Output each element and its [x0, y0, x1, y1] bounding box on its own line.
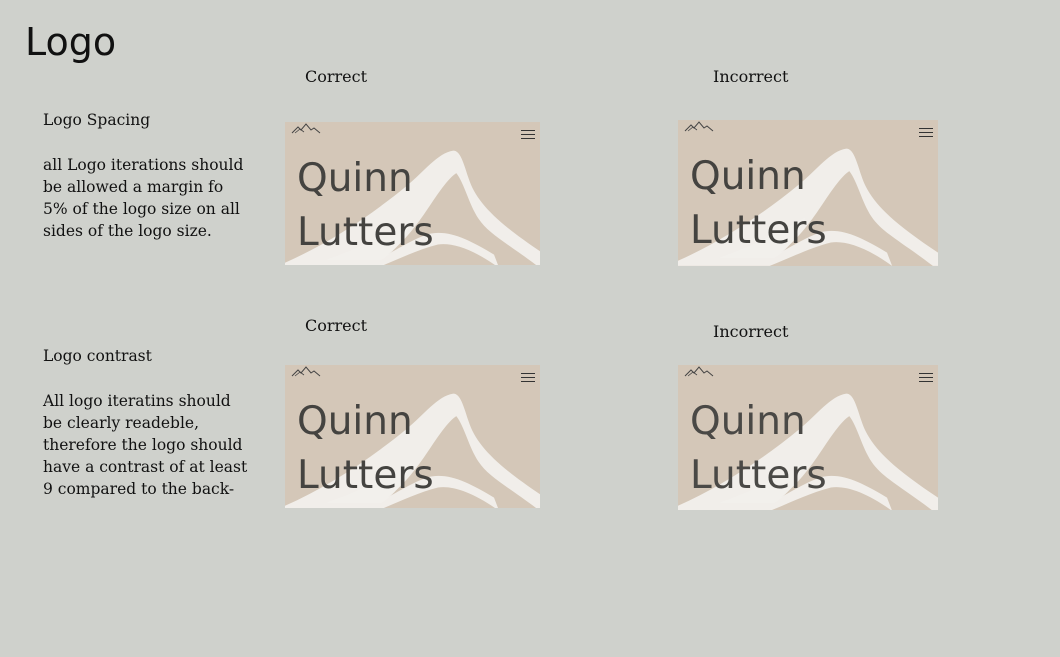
logo-name: Quinn Lutters — [297, 399, 434, 498]
body-line: 9 compared to the back- — [43, 480, 235, 498]
logo-name: Quinn Lutters — [297, 156, 434, 255]
logo-card-incorrect: Quinn Lutters — [678, 365, 938, 510]
hamburger-menu-icon[interactable] — [919, 370, 933, 385]
section-heading: Logo Spacing — [43, 111, 151, 129]
mountain-outline-icon — [291, 123, 321, 134]
hamburger-menu-icon[interactable] — [521, 370, 535, 385]
body-line: all Logo iterations should — [43, 156, 244, 174]
logo-card-correct: Quinn Lutters — [285, 122, 540, 265]
body-line: be clearly readeble, — [43, 414, 200, 432]
correct-label: Correct — [305, 67, 368, 86]
body-line: therefore the logo should — [43, 436, 243, 454]
incorrect-label: Incorrect — [713, 67, 789, 86]
section-heading: Logo contrast — [43, 347, 152, 365]
body-line: have a contrast of at least — [43, 458, 248, 476]
logo-name: Quinn Lutters — [690, 399, 827, 498]
body-line: sides of the logo size. — [43, 222, 212, 240]
mountain-outline-icon — [291, 366, 321, 377]
section-body: All logo iteratins should be clearly rea… — [43, 390, 258, 500]
mountain-outline-icon — [684, 366, 714, 377]
section-body: all Logo iterations should be allowed a … — [43, 154, 258, 242]
page-title: Logo — [25, 20, 117, 64]
body-line: be allowed a margin fo — [43, 178, 224, 196]
logo-name: Quinn Lutters — [690, 154, 827, 253]
logo-card-incorrect: Quinn Lutters — [678, 120, 938, 266]
hamburger-menu-icon[interactable] — [919, 125, 933, 140]
body-line: 5% of the logo size on all — [43, 200, 240, 218]
hamburger-menu-icon[interactable] — [521, 127, 535, 142]
body-line: All logo iteratins should — [43, 392, 231, 410]
logo-card-correct: Quinn Lutters — [285, 365, 540, 508]
correct-label: Correct — [305, 316, 368, 335]
incorrect-label: Incorrect — [713, 322, 789, 341]
mountain-outline-icon — [684, 121, 714, 132]
